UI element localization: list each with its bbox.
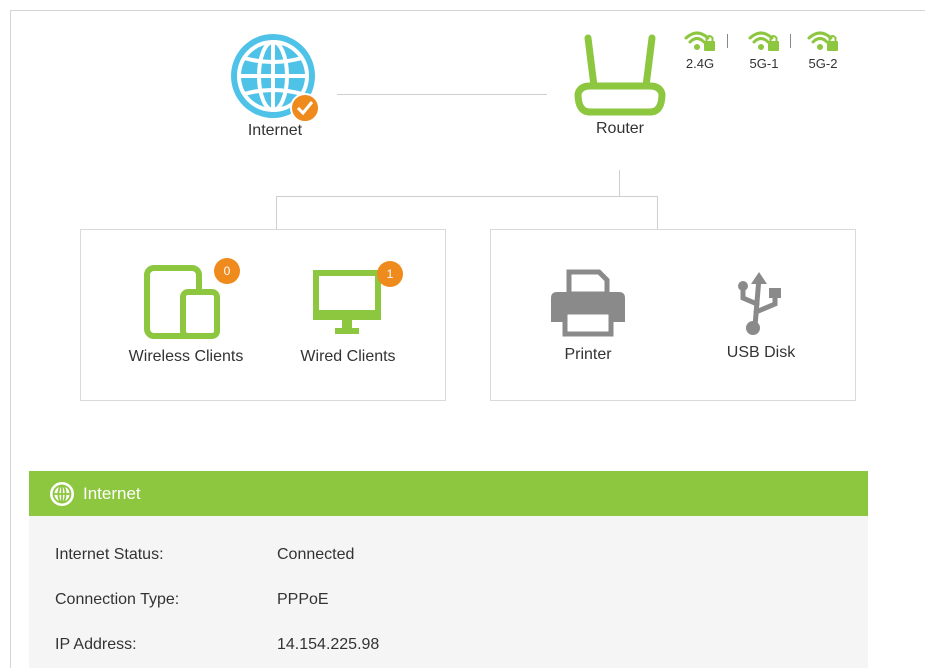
connector-internet-router bbox=[337, 94, 547, 95]
internet-info-panel: Internet Internet Status: Connected Conne… bbox=[29, 471, 868, 668]
band-divider bbox=[727, 34, 728, 48]
info-value: 14.154.225.98 bbox=[277, 636, 380, 653]
connector-left-down bbox=[276, 196, 277, 229]
connector-right-down bbox=[657, 196, 658, 229]
wifi-lock-icon bbox=[684, 31, 715, 51]
internet-panel-header[interactable]: Internet bbox=[29, 471, 868, 516]
band-label: 2.4G bbox=[685, 56, 715, 71]
wireless-clients[interactable]: Wireless Clients bbox=[111, 264, 261, 366]
connector-router-down bbox=[619, 170, 620, 196]
router-label: Router bbox=[595, 120, 645, 137]
band-divider bbox=[790, 34, 791, 48]
info-value: Connected bbox=[277, 546, 355, 563]
internet-panel-title: Internet bbox=[83, 483, 141, 503]
wifi-lock-icon bbox=[807, 31, 838, 51]
usb-icon bbox=[738, 272, 781, 335]
globe-icon bbox=[50, 481, 74, 506]
info-value: PPPoE bbox=[277, 591, 329, 608]
info-row-ip-address: IP Address: 14.154.225.98 bbox=[55, 636, 379, 654]
band-5g-1[interactable]: 5G-1 bbox=[734, 28, 794, 71]
printer-icon bbox=[551, 269, 625, 337]
printer-label: Printer bbox=[564, 346, 612, 363]
connector-horizontal bbox=[276, 196, 658, 197]
band-label: 5G-2 bbox=[808, 56, 838, 71]
info-key: Connection Type: bbox=[55, 591, 180, 608]
globe-icon bbox=[231, 34, 320, 123]
info-row-status: Internet Status: Connected bbox=[55, 546, 354, 564]
monitor-icon bbox=[313, 270, 381, 334]
info-key: IP Address: bbox=[55, 636, 137, 653]
wireless-clients-label: Wireless Clients bbox=[128, 348, 244, 365]
wired-count-badge: 1 bbox=[377, 261, 403, 287]
router-node[interactable]: Router bbox=[565, 32, 675, 138]
printer[interactable]: Printer bbox=[538, 268, 638, 364]
wired-clients-label: Wired Clients bbox=[300, 348, 396, 365]
internet-label: Internet bbox=[247, 122, 303, 139]
wireless-bands: 2.4G 5G-1 5G-2 bbox=[670, 28, 850, 83]
internet-node[interactable]: Internet bbox=[222, 30, 328, 140]
band-2-4g[interactable]: 2.4G bbox=[670, 28, 730, 71]
clients-panel: Wireless Clients 0 Wired Clients 1 bbox=[80, 229, 446, 401]
frame-top-border bbox=[10, 10, 925, 11]
info-row-connection-type: Connection Type: PPPoE bbox=[55, 591, 329, 609]
usb-disk-label: USB Disk bbox=[726, 344, 796, 361]
band-label: 5G-1 bbox=[749, 56, 779, 71]
frame-left-border bbox=[10, 10, 11, 668]
band-5g-2[interactable]: 5G-2 bbox=[793, 28, 853, 71]
wifi-lock-icon bbox=[748, 31, 779, 51]
peripherals-panel: Printer USB Disk bbox=[490, 229, 856, 401]
router-icon bbox=[574, 34, 666, 116]
wireless-count-badge: 0 bbox=[214, 258, 240, 284]
usb-disk[interactable]: USB Disk bbox=[711, 270, 811, 362]
info-key: Internet Status: bbox=[55, 546, 164, 563]
